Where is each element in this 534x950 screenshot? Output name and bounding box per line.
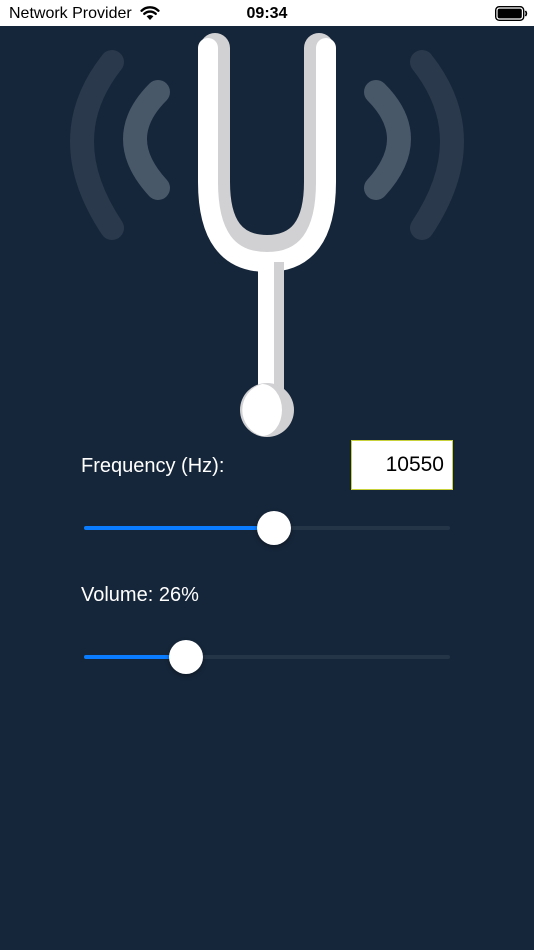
frequency-slider[interactable] [84,511,450,545]
battery-icon [495,6,528,21]
hero-graphic [70,33,464,437]
frequency-slider-thumb[interactable] [257,511,292,545]
tuning-fork-icon [198,33,336,437]
status-bar: Network Provider 09:34 [0,0,534,26]
volume-slider[interactable] [84,640,450,674]
volume-label: Volume: 26% [81,584,199,606]
frequency-slider-fill [84,526,275,530]
status-time: 09:34 [246,5,288,22]
volume-slider-thumb[interactable] [169,640,204,674]
frequency-label: Frequency (Hz): [81,455,225,477]
frequency-input[interactable] [351,440,453,490]
sound-waves-icon [70,50,464,240]
